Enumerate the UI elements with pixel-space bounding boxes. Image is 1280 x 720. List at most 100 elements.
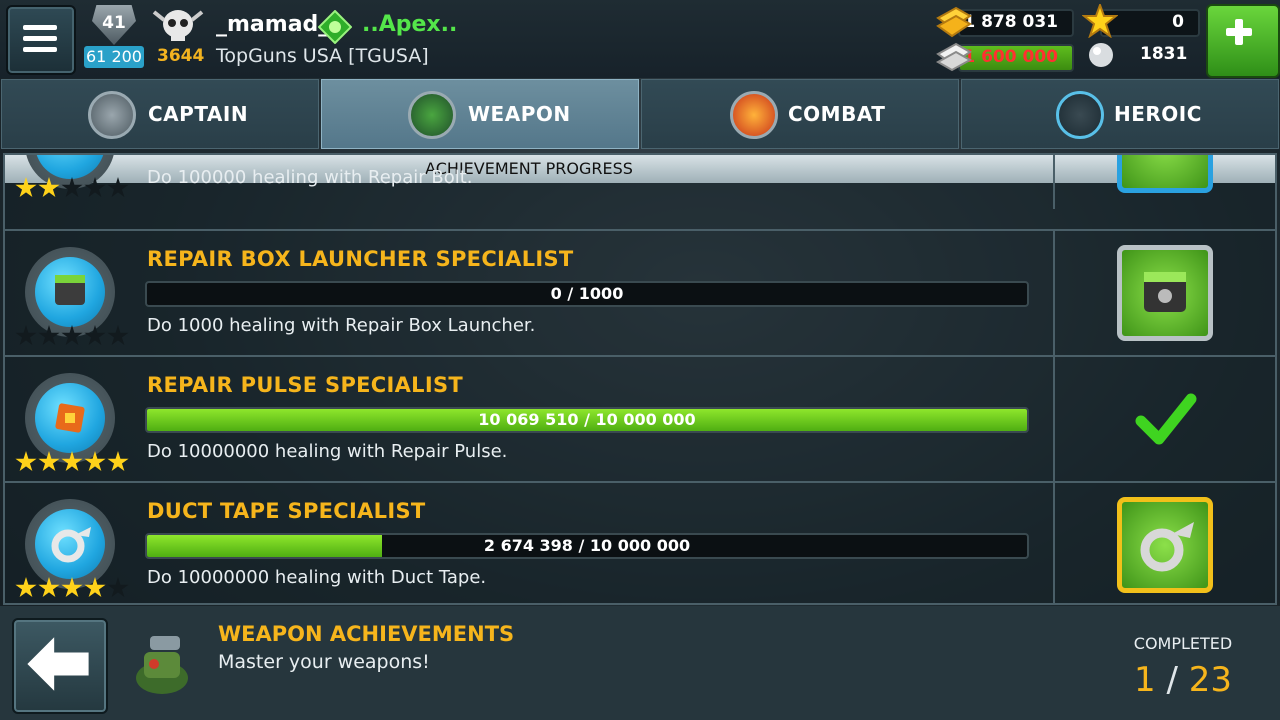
duct-tape-icon <box>35 509 105 579</box>
category-tabs: CAPTAIN WEAPON COMBAT HEROIC <box>0 79 1280 151</box>
achievement-title: REPAIR BOX LAUNCHER SPECIALIST <box>147 247 574 271</box>
achievement-title: REPAIR PULSE SPECIALIST <box>147 373 464 397</box>
heroic-star-icon <box>1056 91 1104 139</box>
achievement-main: Do 100000 healing with Repair Bolt. <box>5 155 1053 209</box>
player-name[interactable]: _mamad_ <box>216 12 329 37</box>
achievement-row[interactable]: REPAIR PULSE SPECIALIST 10 069 510 / 10 … <box>5 355 1275 481</box>
star-empty-icon <box>61 177 83 198</box>
pearl-icon <box>1089 43 1113 67</box>
silver-value: 1 600 000 <box>963 47 1058 67</box>
completed-label: COMPLETED <box>1133 634 1233 653</box>
plus-icon-vertical <box>1235 19 1243 45</box>
tab-combat[interactable]: COMBAT <box>641 79 959 149</box>
progress-bar: 10 069 510 / 10 000 000 <box>145 407 1029 433</box>
gold-star-icon <box>1082 4 1118 38</box>
achievement-description: Do 10000000 healing with Duct Tape. <box>147 567 487 588</box>
reward-cell <box>1053 357 1275 481</box>
star-empty-icon <box>107 177 129 198</box>
achievement-main: DUCT TAPE SPECIALIST 2 674 398 / 10 000 … <box>5 483 1053 603</box>
completed-counter: 1 / 23 <box>1128 660 1238 700</box>
star-empty-icon <box>84 177 106 198</box>
completed-count: 1 <box>1134 660 1156 700</box>
achievement-table[interactable]: ACHIEVEMENT PROGRESS REWARD Do 100000 he… <box>3 153 1277 605</box>
menu-button[interactable] <box>6 5 76 75</box>
repair-box-icon <box>35 257 105 327</box>
reward-cell <box>1053 231 1275 355</box>
star-rating <box>15 451 135 473</box>
achievement-medal <box>25 499 115 589</box>
star-empty-icon <box>84 325 106 346</box>
star-filled-icon <box>61 577 83 598</box>
gold-bars-icon <box>936 6 972 38</box>
reward-cell <box>1053 483 1275 603</box>
star-empty-icon <box>15 325 37 346</box>
footer-subtitle: Master your weapons! <box>218 651 430 673</box>
star-empty-icon <box>107 325 129 346</box>
back-button[interactable] <box>12 618 108 714</box>
honor-points: 3644 <box>157 46 205 66</box>
achievement-row[interactable]: Do 100000 healing with Repair Bolt. <box>5 155 1275 209</box>
completed-total: 23 <box>1188 660 1232 700</box>
gold-counter: 1 878 031 <box>958 9 1074 37</box>
clan-tag[interactable]: ..Apex.. <box>362 12 457 37</box>
tab-weapon[interactable]: WEAPON <box>321 79 639 149</box>
clan-emblem-icon <box>318 10 352 44</box>
skull-avatar-icon <box>152 10 204 41</box>
star-filled-icon <box>84 451 106 472</box>
star-empty-icon <box>61 325 83 346</box>
gold-value: 1 878 031 <box>963 12 1058 32</box>
completed-separator: / <box>1155 660 1189 700</box>
achievement-medal <box>25 373 115 463</box>
hamburger-icon-line <box>23 47 57 52</box>
clan-full-name: TopGuns USA [TGUSA] <box>216 45 429 67</box>
repair-pulse-icon <box>35 383 105 453</box>
silver-bars-icon <box>935 42 972 72</box>
progress-text: 0 / 1000 <box>550 284 624 303</box>
repair-box-reward-icon[interactable] <box>1117 245 1213 341</box>
hamburger-icon <box>23 25 57 30</box>
weapon-robot-icon <box>136 636 188 694</box>
footer-bar: WEAPON ACHIEVEMENTS Master your weapons!… <box>0 606 1280 720</box>
captain-shield-icon <box>88 91 136 139</box>
checkmark-icon <box>1135 393 1197 445</box>
top-bar: 41 61 200 3644 _mamad_ ..Apex.. TopGuns … <box>0 0 1280 78</box>
star-filled-icon <box>38 177 60 198</box>
star-empty-icon <box>38 325 60 346</box>
back-arrow-icon <box>27 637 89 691</box>
achievement-title: DUCT TAPE SPECIALIST <box>147 499 426 523</box>
add-currency-button[interactable] <box>1206 4 1280 78</box>
star-rating <box>15 177 135 199</box>
reward-cell <box>1053 155 1275 209</box>
silver-counter: 1 600 000 <box>958 44 1074 72</box>
pearls-value: 1831 <box>1140 44 1188 64</box>
repair-pulse-glyph <box>55 403 85 433</box>
achievement-row[interactable]: DUCT TAPE SPECIALIST 2 674 398 / 10 000 … <box>5 481 1275 603</box>
tab-label: WEAPON <box>468 102 571 126</box>
rank-shield-icon: 41 <box>92 5 136 45</box>
footer-title: WEAPON ACHIEVEMENTS <box>218 622 515 646</box>
tab-heroic[interactable]: HEROIC <box>961 79 1279 149</box>
repair-box-reward-glyph <box>1144 272 1186 312</box>
star-filled-icon <box>38 451 60 472</box>
achievement-description: Do 10000000 healing with Repair Pulse. <box>147 441 508 462</box>
duct-tape-reward-icon[interactable] <box>1117 497 1213 593</box>
repair-box-glyph <box>55 275 85 305</box>
star-filled-icon <box>15 577 37 598</box>
progress-text: 10 069 510 / 10 000 000 <box>478 410 696 429</box>
repair-bolt-reward-icon <box>1117 155 1213 193</box>
star-rating <box>15 325 135 347</box>
progress-text: 2 674 398 / 10 000 000 <box>483 536 691 555</box>
combat-explosion-icon <box>730 91 778 139</box>
duct-tape-reward-glyph <box>1140 522 1194 572</box>
tab-captain[interactable]: CAPTAIN <box>1 79 319 149</box>
achievement-description: Do 1000 healing with Repair Box Launcher… <box>147 315 536 336</box>
duct-tape-glyph <box>51 527 91 563</box>
tab-label: HEROIC <box>1114 102 1202 126</box>
tab-label: CAPTAIN <box>148 102 249 126</box>
star-filled-icon <box>61 451 83 472</box>
achievement-row[interactable]: REPAIR BOX LAUNCHER SPECIALIST 0 / 1000 … <box>5 229 1275 355</box>
star-filled-icon <box>38 577 60 598</box>
achievement-main: REPAIR BOX LAUNCHER SPECIALIST 0 / 1000 … <box>5 231 1053 355</box>
stars-value: 0 <box>1172 12 1184 32</box>
repair-bolt-icon <box>35 155 105 179</box>
